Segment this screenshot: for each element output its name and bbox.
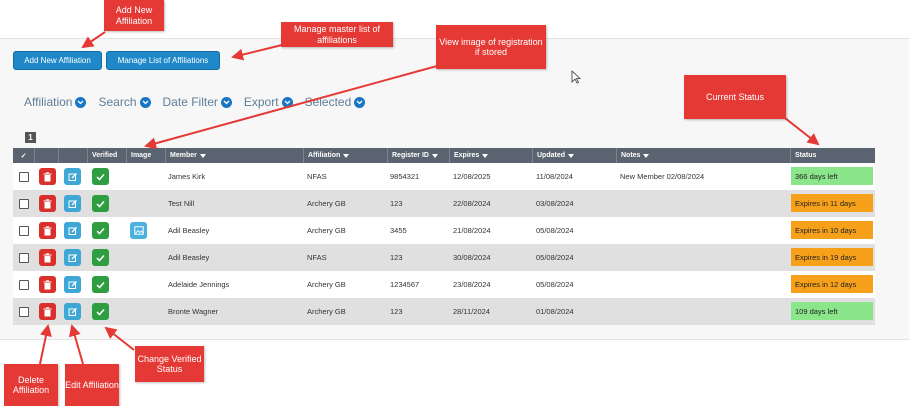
callout-add-new: Add New Affiliation (104, 0, 164, 31)
callout-change-verified: Change Verified Status (135, 346, 204, 382)
callout-current-status: Current Status (684, 75, 786, 119)
callout-view-image: View image of registration if stored (436, 25, 546, 69)
callout-edit: Edit Affiliation (65, 364, 119, 406)
callout-manage: Manage master list of affiliations (281, 22, 393, 47)
callout-delete: Delete Affiliation (4, 364, 58, 406)
